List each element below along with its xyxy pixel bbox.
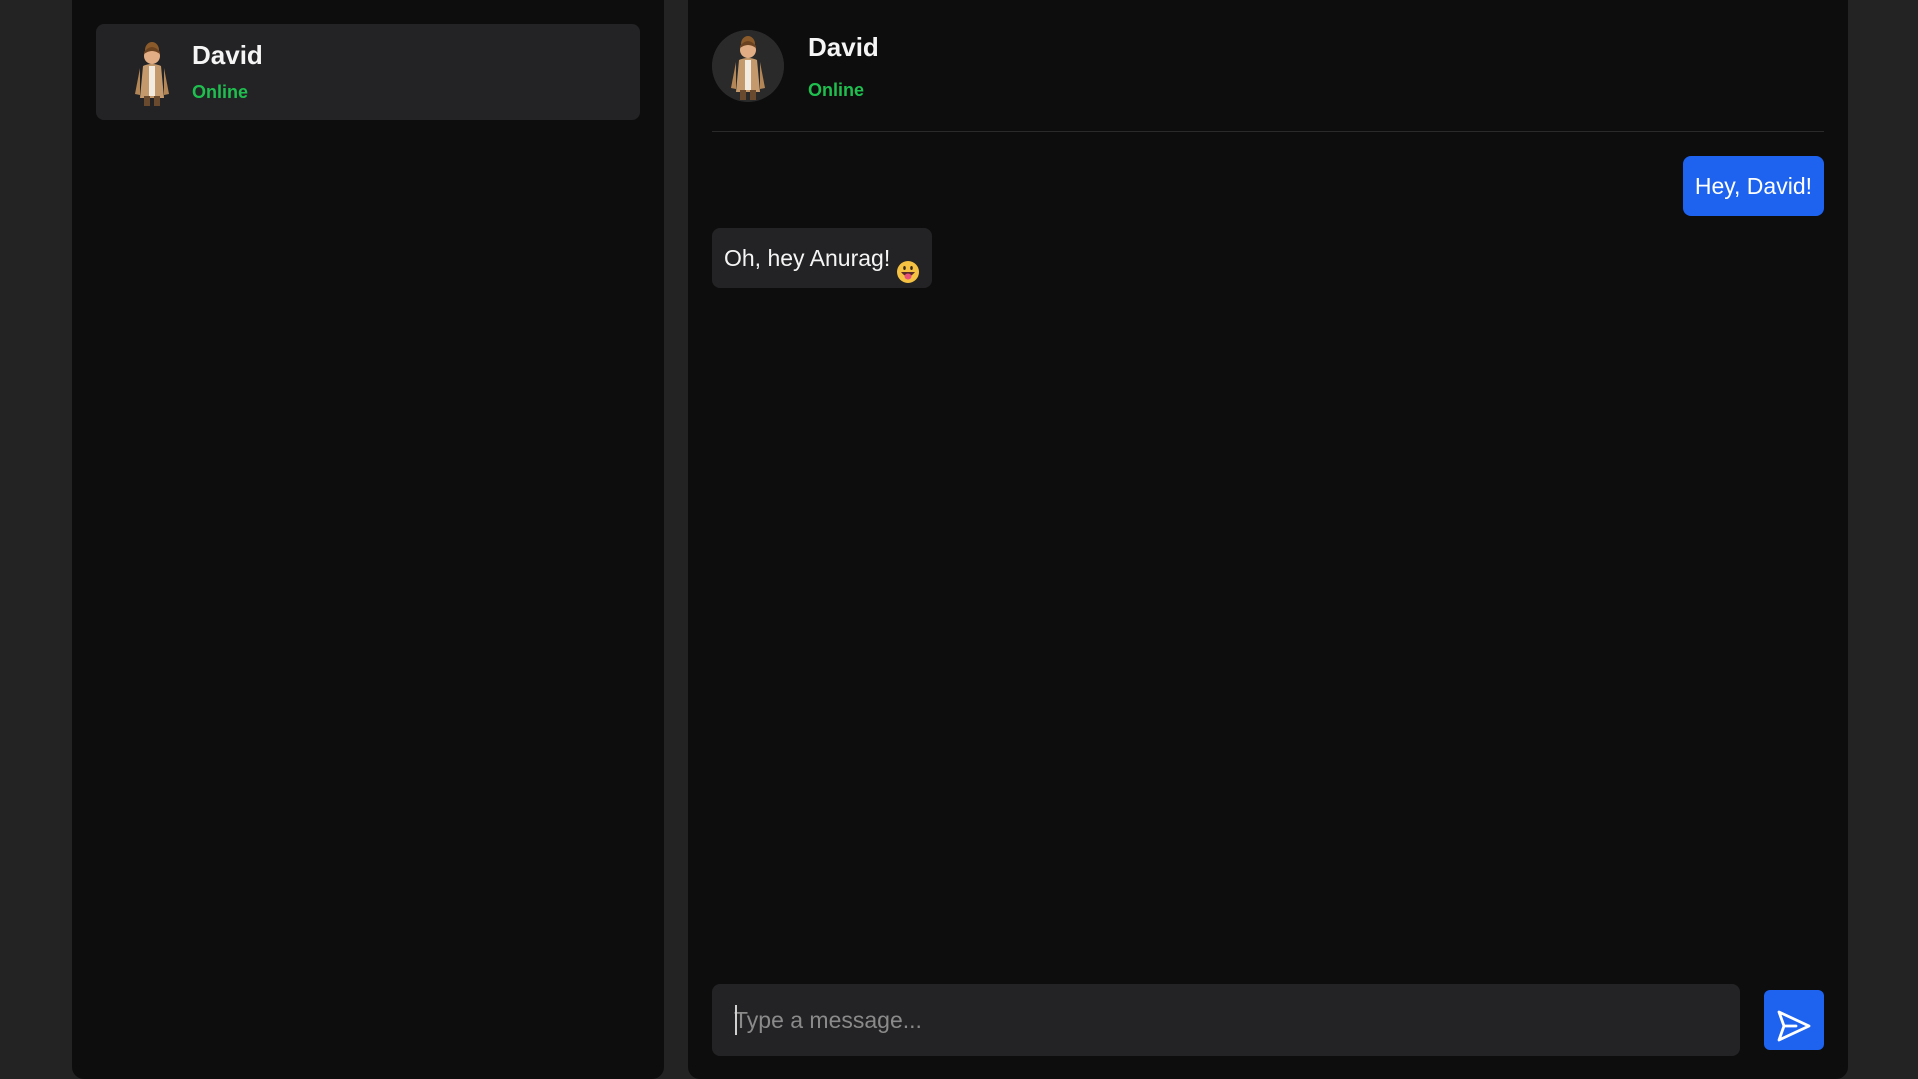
message-text: Hey, David!	[1694, 173, 1812, 199]
message-bubble-outgoing: Hey, David!	[1682, 156, 1824, 216]
chat-header: David Online	[712, 24, 1824, 132]
message-composer	[712, 984, 1824, 1056]
message-text: Oh, hey Anurag!	[724, 245, 891, 271]
message-bubble-incoming: Oh, hey Anurag!	[712, 228, 933, 288]
chat-panel: David Online Hey, David! Oh, hey Anurag!	[688, 0, 1848, 1079]
contact-name: David	[192, 40, 263, 70]
send-button[interactable]	[1764, 990, 1824, 1050]
text-caret	[735, 1005, 737, 1035]
chat-header-status: Online	[808, 80, 865, 100]
contact-avatar	[116, 36, 188, 108]
chat-header-avatar	[712, 30, 784, 102]
send-icon	[1777, 1010, 1811, 1042]
contact-item-david[interactable]: David Online	[96, 24, 640, 120]
contacts-sidebar: David Online	[72, 0, 664, 1079]
contact-status: Online	[192, 82, 249, 102]
grinning-face-tongue-icon	[896, 246, 920, 283]
message-input[interactable]	[712, 984, 1740, 1056]
chat-header-name: David	[808, 32, 879, 62]
